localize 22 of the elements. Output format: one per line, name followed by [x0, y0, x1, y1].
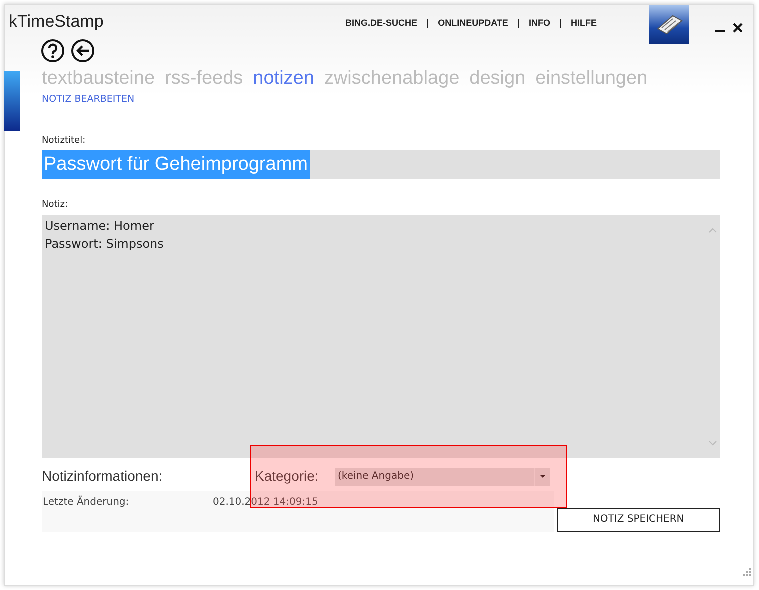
help-icon[interactable]: [41, 38, 65, 63]
top-link[interactable]: HILFE: [571, 17, 597, 30]
top-link[interactable]: BING.DE-SUCHE: [346, 17, 418, 30]
section-heading: Notizinformationen:: [42, 467, 164, 486]
caret-icon: [540, 475, 546, 478]
window-title: kTimeStamp: [9, 11, 104, 33]
field-label: Notiztitel:: [42, 136, 86, 146]
field-label: Notiz:: [42, 200, 68, 210]
save-button[interactable]: NOTIZ SPEICHERN: [557, 508, 720, 532]
top-link[interactable]: ONLINEUPDATE: [438, 17, 508, 30]
info-label: Letzte Änderung:: [42, 494, 130, 510]
page-subtitle: NOTIZ BEARBEITEN: [42, 92, 136, 107]
nav-tab[interactable]: notizen: [253, 68, 314, 90]
separator: |: [559, 17, 562, 30]
category-dropdown[interactable]: (keine Angabe): [335, 468, 550, 486]
back-icon[interactable]: [71, 38, 95, 63]
accent-bar: [4, 71, 20, 131]
separator: |: [426, 17, 430, 30]
top-link[interactable]: INFO: [528, 17, 550, 30]
field-label: Kategorie:: [255, 467, 320, 486]
separator: |: [517, 17, 520, 30]
app-icon: [649, 5, 689, 44]
